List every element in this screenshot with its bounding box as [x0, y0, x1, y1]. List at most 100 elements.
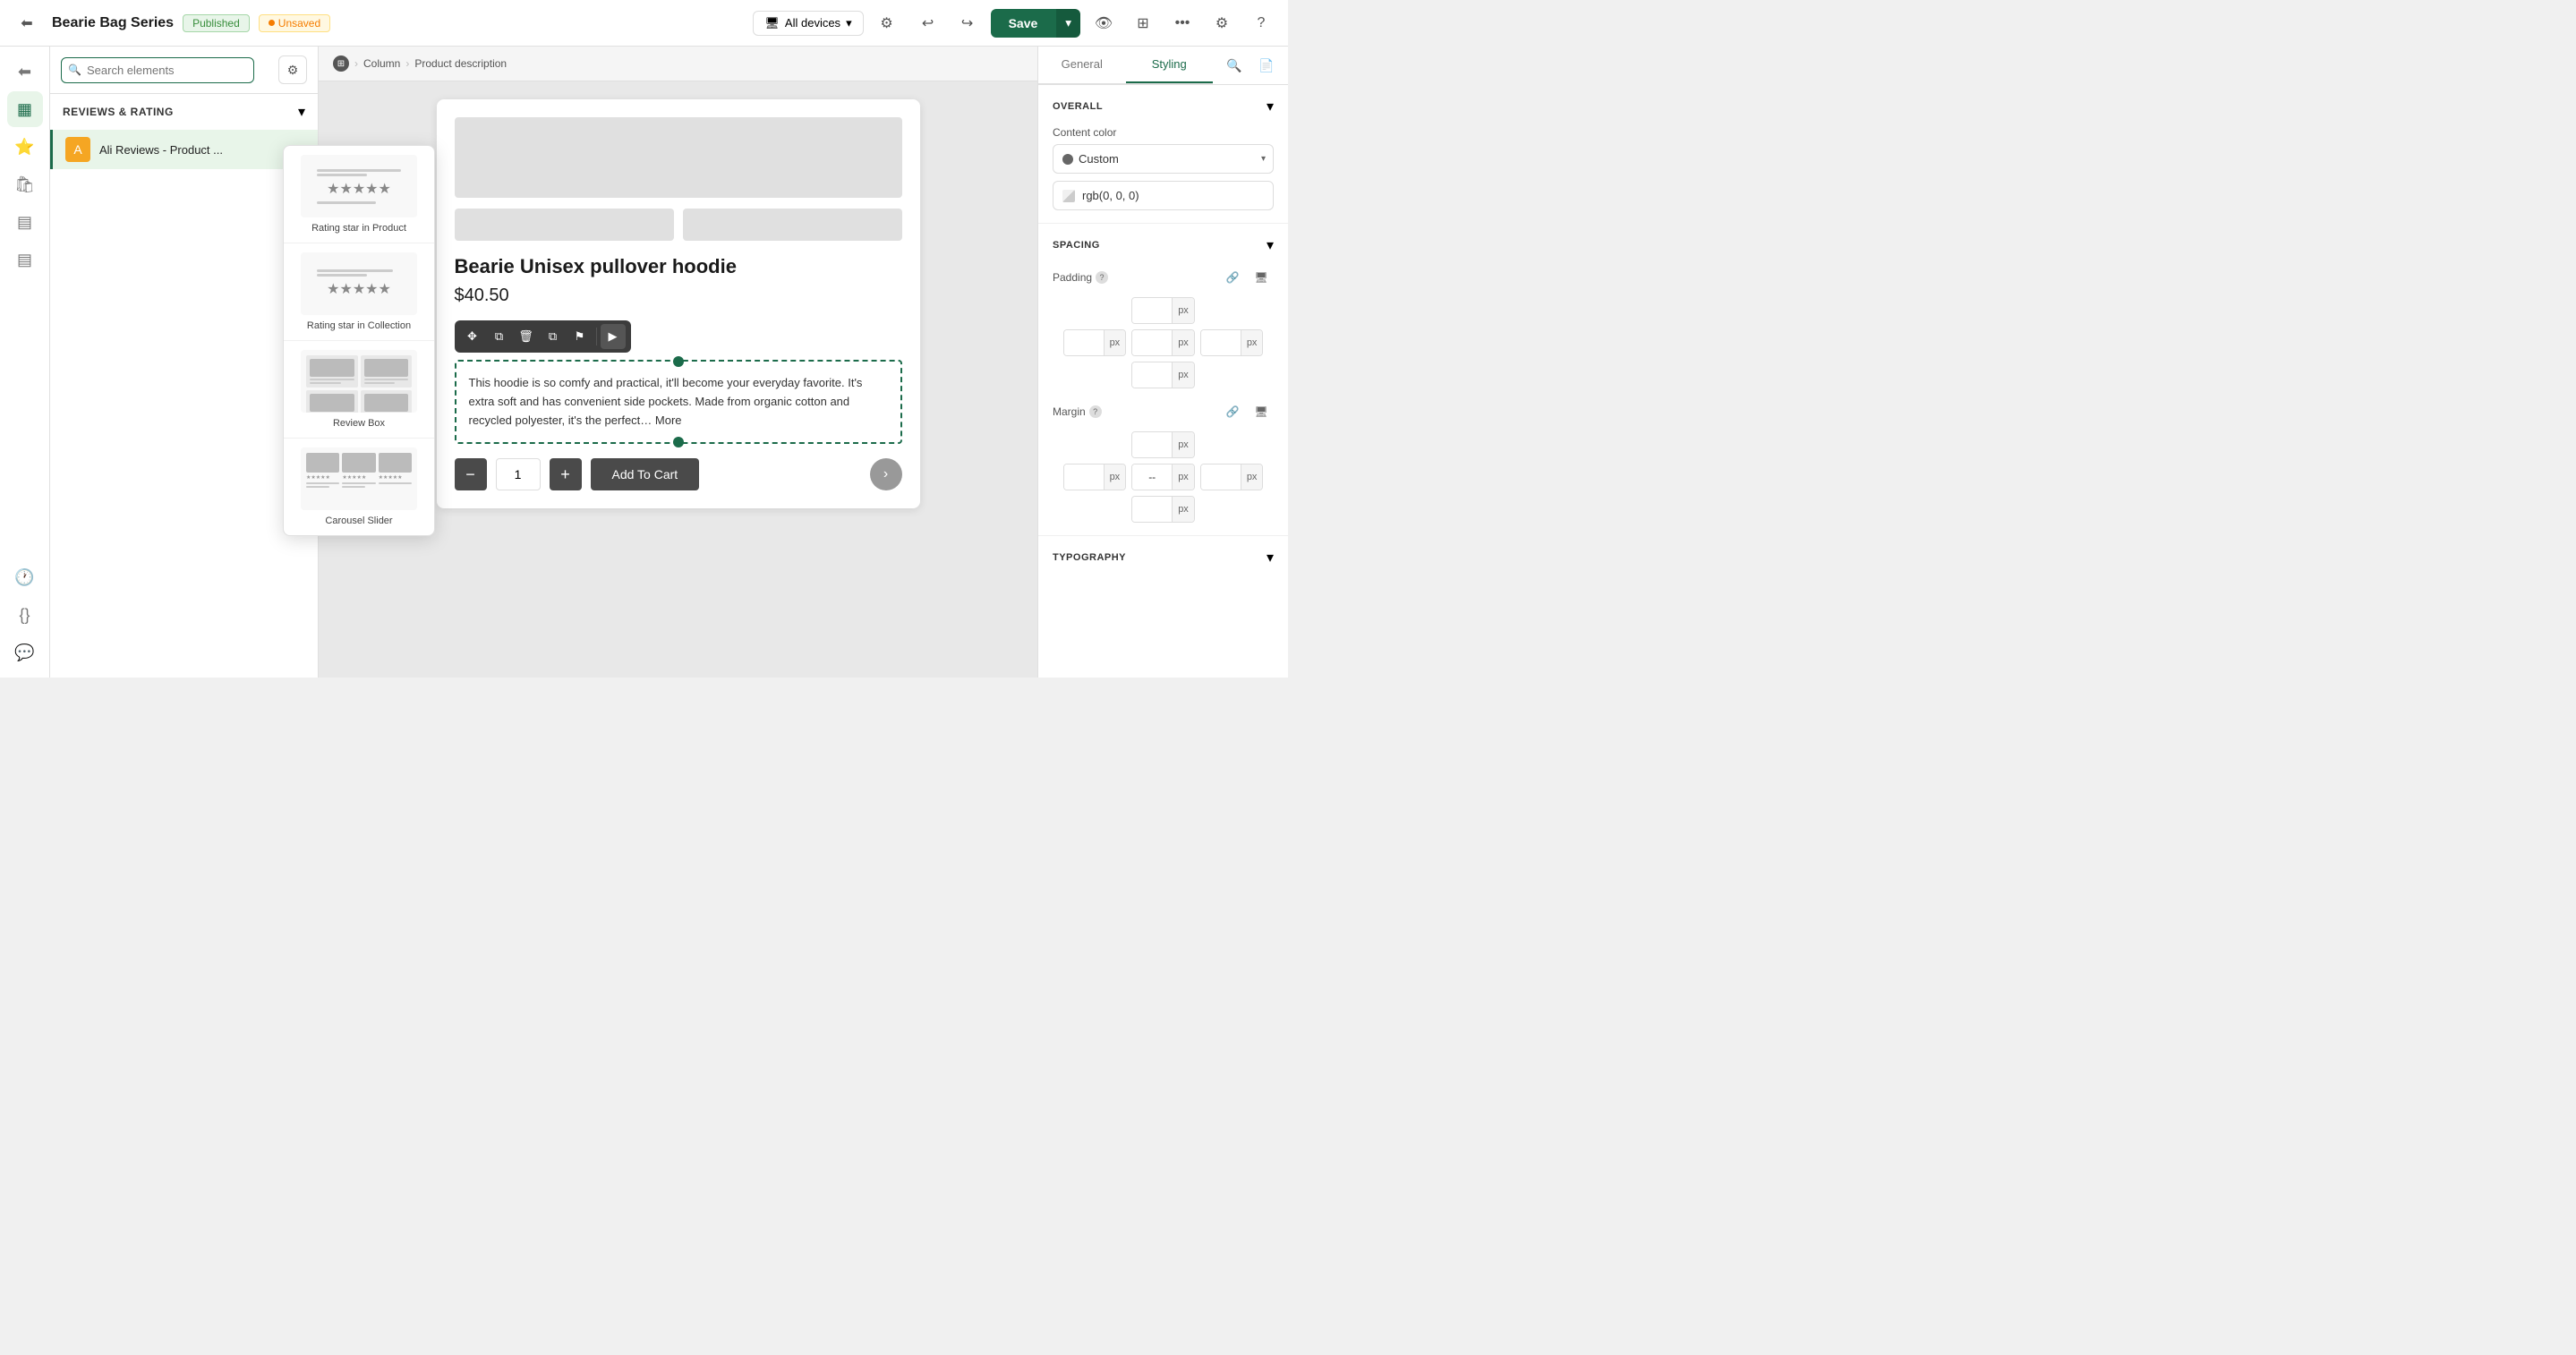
sidebar-item-chat[interactable]: 💬: [7, 635, 43, 670]
ali-reviews-item[interactable]: A Ali Reviews - Product ...: [50, 130, 318, 169]
margin-left-unit: px: [1104, 464, 1126, 490]
carousel-slider-label: Carousel Slider: [325, 516, 392, 526]
margin-help-icon: ?: [1089, 405, 1102, 418]
margin-label: Margin ?: [1053, 405, 1102, 418]
tab-general[interactable]: General: [1038, 47, 1126, 83]
review-box-preview-area: [301, 350, 417, 413]
filter-button[interactable]: ⚙: [278, 55, 307, 84]
qty-input[interactable]: [496, 458, 541, 490]
padding-left-input-wrap: 0 px: [1063, 329, 1127, 356]
padding-center-unit: px: [1172, 362, 1194, 388]
margin-left-input[interactable]: 0: [1064, 464, 1104, 490]
padding-center-input[interactable]: 0: [1132, 362, 1172, 388]
toolbar-separator: [596, 328, 597, 345]
help-button[interactable]: ?: [1245, 7, 1277, 39]
main-layout: ⬅ ▦ ⭐ 🛍 ▤ ▤ 🕐 {} 💬 ⚙ REVIEWS & RATING ▾ …: [0, 47, 1288, 678]
spacing-section-header[interactable]: SPACING ▾: [1053, 236, 1274, 254]
padding-left-unit: px: [1104, 330, 1126, 355]
toolbar-save-element-button[interactable]: ⚑: [567, 324, 593, 349]
overall-collapse-icon: ▾: [1267, 98, 1274, 115]
margin-link-button[interactable]: 🔗: [1220, 399, 1245, 424]
carousel-next-button[interactable]: ›: [870, 458, 902, 490]
padding-bottom-input-wrap: 0 px: [1200, 329, 1264, 356]
padding-top-input-wrap: 0 px: [1131, 297, 1195, 324]
reviews-section-header[interactable]: REVIEWS & RATING ▾: [50, 94, 318, 130]
margin-responsive-button[interactable]: 🖥: [1249, 399, 1274, 424]
sidebar-item-shop[interactable]: 🛍: [7, 166, 43, 202]
description-element[interactable]: This hoodie is so comfy and practical, i…: [455, 360, 902, 444]
padding-top-input[interactable]: 0: [1132, 298, 1172, 323]
sidebar-item-grid[interactable]: ▤: [7, 204, 43, 240]
margin-right-input[interactable]: --: [1132, 464, 1172, 490]
app-settings-button[interactable]: ⚙: [1206, 7, 1238, 39]
sidebar-item-elements[interactable]: ▦: [7, 91, 43, 127]
spacing-collapse-icon: ▾: [1267, 236, 1274, 254]
more-button[interactable]: •••: [1166, 7, 1198, 39]
overall-section-header[interactable]: OVERALL ▾: [1053, 98, 1274, 115]
product-btn-2: [683, 209, 902, 241]
toolbar-delete-button[interactable]: 🗑: [514, 324, 539, 349]
save-dropdown-button[interactable]: ▾: [1055, 9, 1080, 38]
page-icon-button[interactable]: 📄: [1252, 51, 1281, 80]
padding-right-input[interactable]: 0: [1132, 330, 1172, 355]
breadcrumb-sep-1: ›: [354, 57, 358, 70]
toolbar-move-button[interactable]: ✥: [460, 324, 485, 349]
add-to-cart-button[interactable]: Add To Cart: [591, 458, 700, 490]
breadcrumb-sep-2: ›: [405, 57, 409, 70]
toolbar-expand-button[interactable]: ▶: [601, 324, 626, 349]
margin-top-row: 0 px: [1053, 431, 1274, 458]
sidebar-item-code[interactable]: {}: [7, 597, 43, 633]
breadcrumb-product-desc[interactable]: Product description: [414, 57, 507, 70]
publish-button[interactable]: ⊞: [1127, 7, 1159, 39]
breadcrumb-column[interactable]: Column: [363, 57, 400, 70]
padding-link-button[interactable]: 🔗: [1220, 265, 1245, 290]
toolbar-container-button[interactable]: ⧉: [487, 324, 512, 349]
rating-star-product-label: Rating star in Product: [311, 223, 406, 234]
back-button[interactable]: ⬅: [11, 7, 43, 39]
sidebar-item-back[interactable]: ⬅: [7, 54, 43, 89]
margin-top-input[interactable]: 0: [1132, 432, 1172, 457]
padding-responsive-button[interactable]: 🖥: [1249, 265, 1274, 290]
preview-collection-stars-icon: ★★★★★: [327, 280, 391, 298]
sidebar-item-layers[interactable]: ▤: [7, 242, 43, 277]
rating-star-collection-item[interactable]: ★★★★★ Rating star in Collection: [284, 243, 434, 341]
review-box-item[interactable]: Review Box: [284, 341, 434, 439]
redo-button[interactable]: ↪: [951, 7, 984, 39]
settings-icon[interactable]: ⚙: [871, 7, 903, 39]
ali-reviews-icon: A: [65, 137, 90, 162]
toolbar-duplicate-button[interactable]: ⧉: [541, 324, 566, 349]
padding-help-icon: ?: [1096, 271, 1108, 284]
padding-bottom-unit: px: [1241, 330, 1263, 355]
device-button[interactable]: 🖥 All devices ▾: [753, 11, 863, 36]
sidebar-item-history[interactable]: 🕐: [7, 559, 43, 595]
tab-styling[interactable]: Styling: [1126, 47, 1214, 83]
qty-decrease-button[interactable]: −: [455, 458, 487, 490]
search-panel-button[interactable]: 🔍: [1220, 51, 1249, 80]
margin-center-input[interactable]: 15: [1132, 497, 1172, 522]
color-select[interactable]: Custom ▾: [1053, 144, 1274, 174]
sidebar-item-apps[interactable]: ⭐: [7, 129, 43, 165]
carousel-slider-item[interactable]: ★★★★★ ★★★★★ ★★★★★: [284, 439, 434, 535]
padding-bottom-input[interactable]: 0: [1201, 330, 1241, 355]
preview-button[interactable]: 👁: [1088, 7, 1120, 39]
undo-button[interactable]: ↩: [912, 7, 944, 39]
qty-increase-button[interactable]: +: [550, 458, 582, 490]
color-dot: [1062, 154, 1073, 165]
rating-star-product-item[interactable]: ★★★★★ Rating star in Product: [284, 146, 434, 243]
padding-left-input[interactable]: 0: [1064, 330, 1104, 355]
search-input[interactable]: [61, 57, 254, 83]
overall-title: OVERALL: [1053, 101, 1103, 112]
margin-center-input-wrap: 15 px: [1131, 496, 1195, 523]
padding-top-row: 0 px: [1053, 297, 1274, 324]
resize-handle-bottom[interactable]: [673, 437, 684, 447]
topbar: ⬅ Bearie Bag Series Published Unsaved 🖥 …: [0, 0, 1288, 47]
typography-header[interactable]: TYPOGRAPHY ▾: [1053, 549, 1274, 567]
device-selector[interactable]: 🖥 All devices ▾ ⚙: [753, 7, 902, 39]
save-button[interactable]: Save: [991, 9, 1056, 38]
padding-right-unit: px: [1172, 330, 1194, 355]
margin-bottom-input[interactable]: 0: [1201, 464, 1241, 490]
color-input-row[interactable]: rgb(0, 0, 0): [1053, 181, 1274, 210]
resize-handle-top[interactable]: [673, 356, 684, 367]
ali-reviews-label: Ali Reviews - Product ...: [99, 143, 223, 157]
carousel-slider-preview: ★★★★★ ★★★★★ ★★★★★: [301, 447, 417, 510]
